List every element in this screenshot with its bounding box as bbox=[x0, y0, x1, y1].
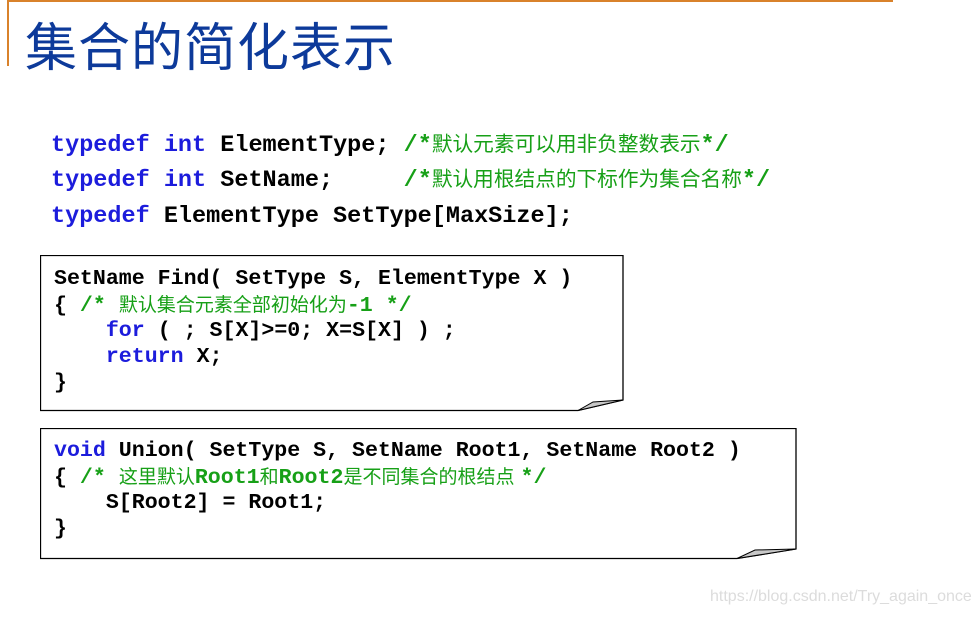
comment: 和 bbox=[259, 466, 279, 488]
slide-title: 集合的简化表示 bbox=[25, 19, 397, 79]
keyword: for bbox=[105, 319, 145, 343]
comment: /* bbox=[403, 167, 432, 194]
comment: */ bbox=[700, 132, 729, 159]
watermark: https://blog.csdn.net/Try_again_once bbox=[710, 588, 972, 605]
code-text: } bbox=[54, 371, 67, 395]
keyword: void bbox=[54, 439, 106, 463]
comment: 默认元素可以用非负整数表示 bbox=[431, 132, 701, 156]
union-code-box: void Union( SetType S, SetName Root1, Se… bbox=[40, 428, 798, 561]
comment: Root1 bbox=[194, 466, 260, 490]
code-line: } bbox=[54, 516, 67, 542]
comment: Root2 bbox=[278, 466, 344, 490]
comment: /* bbox=[403, 132, 432, 159]
code-text: ElementType; bbox=[220, 132, 404, 159]
code-text: ( ; S[X]>=0; X=S[X] ) ; bbox=[144, 319, 456, 343]
code-line: void Union( SetType S, SetName Root1, Se… bbox=[54, 438, 741, 464]
code-text: } bbox=[54, 517, 67, 541]
slide-frame-left bbox=[7, 0, 9, 66]
keyword: return bbox=[105, 345, 184, 369]
comment: /* bbox=[79, 466, 119, 490]
code-line: S[Root2] = Root1; bbox=[54, 490, 326, 516]
code-text: { bbox=[54, 466, 80, 490]
code-text: SetName Find( SetType S, ElementType X ) bbox=[54, 267, 573, 291]
comment: 这里默认 bbox=[118, 466, 195, 488]
code-line: for ( ; S[X]>=0; X=S[X] ) ; bbox=[54, 318, 456, 344]
slide-frame-top bbox=[8, 0, 893, 2]
code-line: { /* 默认集合元素全部初始化为-1 */ bbox=[54, 292, 412, 319]
code-text: Union( SetType S, SetName Root1, SetName… bbox=[105, 439, 741, 463]
typedef-line: typedef int SetName; /*默认用根结点的下标作为集合名称*/ bbox=[51, 164, 770, 196]
code-text: S[Root2] = Root1; bbox=[54, 491, 327, 515]
keyword: int bbox=[163, 132, 221, 159]
typedef-line: typedef ElementType SetType[MaxSize]; bbox=[51, 202, 573, 232]
keyword: typedef bbox=[51, 203, 164, 230]
code-line: return X; bbox=[54, 344, 223, 370]
code-text: { bbox=[54, 294, 80, 318]
comment: */ bbox=[741, 167, 771, 194]
code-text: X; bbox=[183, 345, 223, 369]
keyword: typedef bbox=[51, 167, 164, 194]
comment: 默认集合元素全部初始化为 bbox=[118, 294, 347, 316]
find-code-box: SetName Find( SetType S, ElementType X )… bbox=[40, 255, 625, 413]
comment: 是不同集合的根结点 bbox=[343, 466, 521, 488]
code-text: ElementType SetType[MaxSize]; bbox=[163, 203, 573, 230]
comment: -1 */ bbox=[346, 294, 412, 318]
code-text: SetName; bbox=[220, 167, 404, 194]
code-line: SetName Find( SetType S, ElementType X ) bbox=[54, 266, 572, 292]
comment: 默认用根结点的下标作为集合名称 bbox=[431, 167, 742, 191]
keyword: int bbox=[163, 167, 221, 194]
typedef-line: typedef int ElementType; /*默认元素可以用非负整数表示… bbox=[51, 129, 729, 161]
keyword: typedef bbox=[51, 132, 164, 159]
code-line: { /* 这里默认Root1和Root2是不同集合的根结点 */ bbox=[54, 464, 546, 491]
code-line: } bbox=[54, 370, 67, 396]
comment: /* bbox=[79, 294, 119, 318]
comment: */ bbox=[520, 466, 547, 490]
